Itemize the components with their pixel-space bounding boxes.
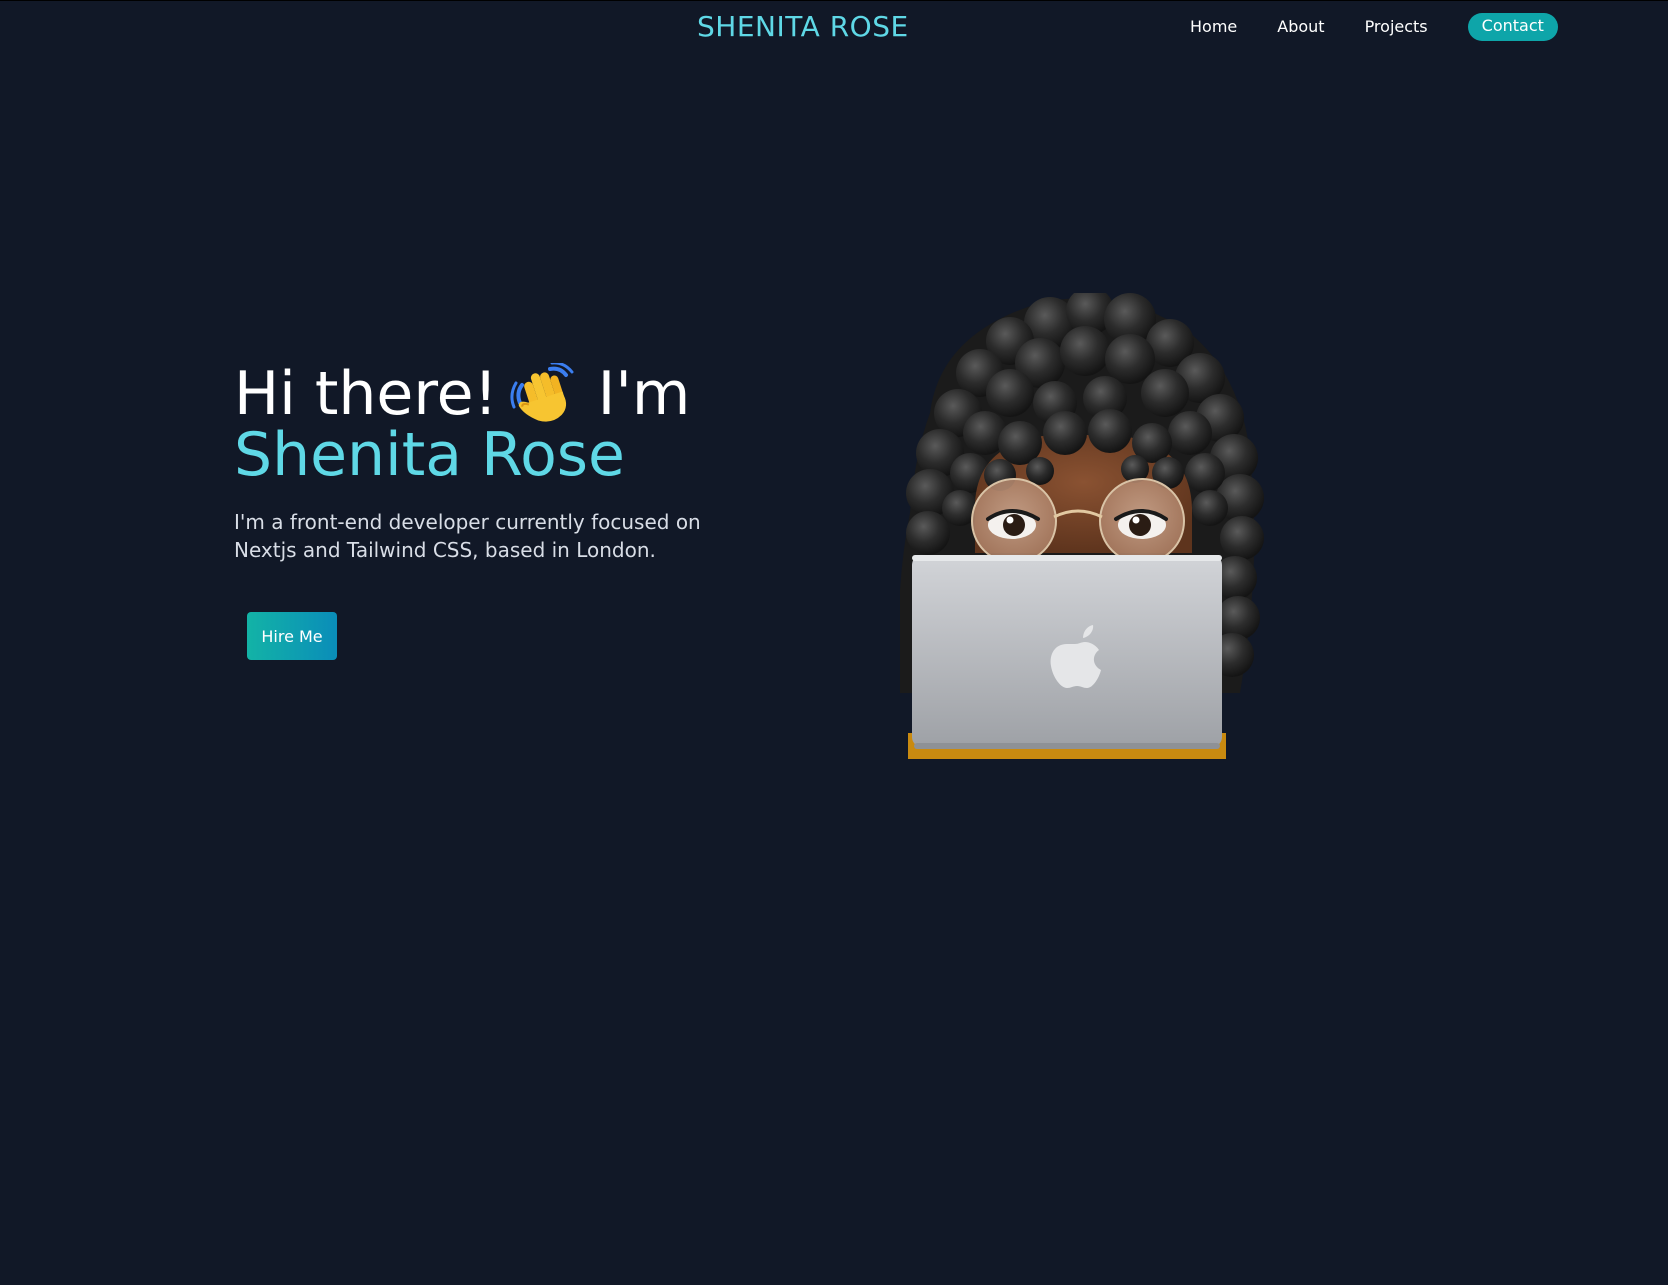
- page: SHENITA ROSE Home About Projects Contact…: [0, 0, 1668, 1285]
- site-brand-logo[interactable]: SHENITA ROSE: [697, 9, 909, 45]
- nav-contact-button[interactable]: Contact: [1467, 13, 1558, 41]
- hero-name: Shenita Rose: [234, 420, 625, 490]
- hero-greeting: Hi there!: [234, 358, 498, 429]
- hero-description: I'm a front-end developer currently focu…: [234, 510, 701, 562]
- nav-about-link[interactable]: About: [1277, 15, 1324, 39]
- waving-hand-icon: [510, 363, 574, 422]
- hero-heading: Hi there! I'm Shenita Rose: [234, 363, 754, 486]
- memoji-avatar-laptop: [900, 293, 1264, 759]
- nav-projects-link[interactable]: Projects: [1365, 15, 1428, 39]
- hire-me-button[interactable]: Hire Me: [247, 612, 337, 660]
- hero-im: I'm: [597, 358, 691, 429]
- nav-home-link[interactable]: Home: [1190, 15, 1237, 39]
- main-nav: Home About Projects Contact: [1190, 13, 1558, 41]
- hero-greeting-line: Hi there! I'm: [234, 363, 754, 425]
